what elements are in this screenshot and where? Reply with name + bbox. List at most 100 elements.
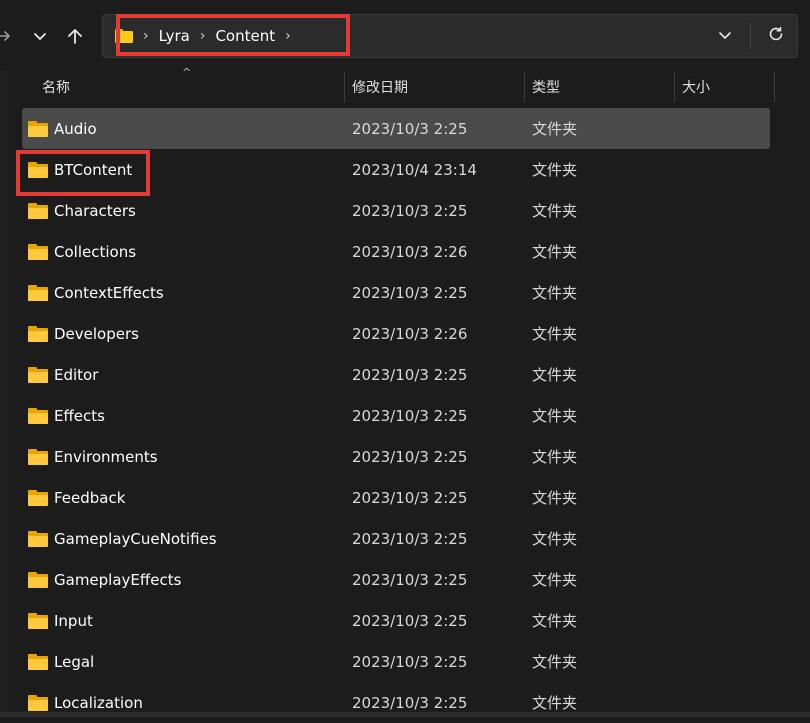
file-type: 文件夹 [532,366,578,384]
list-item[interactable]: Input 2023/10/3 2:25 文件夹 [22,600,782,641]
file-type: 文件夹 [532,161,578,179]
list-item[interactable]: Environments 2023/10/3 2:25 文件夹 [22,436,782,477]
address-bar[interactable]: › Lyra › Content › [102,14,798,58]
folder-icon [28,653,48,670]
file-name: Localization [54,693,143,712]
modified-date: 2023/10/3 2:25 [352,447,468,466]
list-item[interactable]: Legal 2023/10/3 2:25 文件夹 [22,641,782,682]
file-type: 文件夹 [532,202,578,220]
column-size-label: 大小 [682,80,710,96]
list-item[interactable]: ContextEffects 2023/10/3 2:25 文件夹 [22,272,782,313]
chevron-down-icon [718,27,732,46]
file-name: GameplayEffects [54,570,182,589]
list-item[interactable]: Developers 2023/10/3 2:26 文件夹 [22,313,782,354]
divider [750,23,751,49]
file-type: 文件夹 [532,571,578,589]
folder-icon [28,202,48,219]
list-item[interactable]: GameplayEffects 2023/10/3 2:25 文件夹 [22,559,782,600]
file-type: 文件夹 [532,120,578,138]
file-name-cell: Localization [28,694,143,712]
refresh-button[interactable] [761,21,791,51]
column-divider[interactable] [674,72,675,102]
folder-icon [28,161,48,178]
file-name-cell: GameplayEffects [28,571,181,589]
modified-date: 2023/10/3 2:25 [352,283,468,302]
list-item[interactable]: Effects 2023/10/3 2:25 文件夹 [22,395,782,436]
file-name: Audio [54,119,97,138]
file-name-cell: BTContent [28,161,132,179]
file-name-cell: ContextEffects [28,284,164,302]
column-date[interactable]: 修改日期 [352,70,408,104]
list-item[interactable]: Feedback 2023/10/3 2:25 文件夹 [22,477,782,518]
list-item[interactable]: BTContent 2023/10/4 23:14 文件夹 [22,149,782,190]
file-name: Effects [54,406,105,425]
breadcrumb-item-content[interactable]: Content [215,27,275,45]
chevron-down-icon [33,29,47,43]
recent-locations-button[interactable] [26,22,54,50]
folder-icon [28,366,48,383]
column-divider[interactable] [344,72,345,102]
breadcrumb-item-lyra[interactable]: Lyra [159,27,190,45]
file-name-cell: Effects [28,407,105,425]
forward-button[interactable] [0,22,18,50]
modified-date: 2023/10/3 2:25 [352,693,468,712]
file-name-cell: Environments [28,448,158,466]
file-name-cell: Feedback [28,489,125,507]
file-name-cell: Input [28,612,93,630]
list-item[interactable]: Audio 2023/10/3 2:25 文件夹 [22,108,770,149]
modified-date: 2023/10/3 2:26 [352,242,468,261]
folder-icon [28,448,48,465]
column-divider[interactable] [524,72,525,102]
column-size[interactable]: 大小 [682,70,710,104]
file-name: Developers [54,324,139,343]
column-name[interactable]: 名称 [42,70,70,104]
file-name: BTContent [54,160,133,179]
modified-date: 2023/10/3 2:25 [352,529,468,548]
chevron-right-icon[interactable]: › [285,28,291,44]
folder-icon [28,407,48,424]
file-name: GameplayCueNotifies [54,529,217,548]
modified-date: 2023/10/3 2:25 [352,488,468,507]
column-type[interactable]: 类型 [532,70,560,104]
column-name-label: 名称 [42,80,70,96]
file-type: 文件夹 [532,284,578,302]
file-name-cell: Developers [28,325,139,343]
folder-icon [115,29,133,43]
chevron-right-icon[interactable]: › [200,28,206,44]
list-item[interactable]: Editor 2023/10/3 2:25 文件夹 [22,354,782,395]
file-type: 文件夹 [532,530,578,548]
folder-icon [28,284,48,301]
file-type: 文件夹 [532,612,578,630]
modified-date: 2023/10/3 2:26 [352,324,468,343]
file-type: 文件夹 [532,407,578,425]
breadcrumb: › Lyra › Content › [115,15,301,57]
refresh-icon [767,25,785,47]
column-date-label: 修改日期 [352,80,408,96]
list-item[interactable]: GameplayCueNotifies 2023/10/3 2:25 文件夹 [22,518,782,559]
file-type: 文件夹 [532,653,578,671]
file-name-cell: Collections [28,243,136,261]
column-divider[interactable] [774,72,775,102]
modified-date: 2023/10/4 23:14 [352,160,477,179]
file-name: Input [54,611,93,630]
folder-icon [28,325,48,342]
file-list: Audio 2023/10/3 2:25 文件夹 BTContent 2023/10/4… [22,108,782,723]
arrow-right-icon [0,28,12,44]
arrow-up-icon [66,27,84,45]
chevron-right-icon[interactable]: › [143,28,149,44]
folder-icon [28,120,48,137]
folder-icon [28,243,48,260]
file-name: Collections [54,242,137,261]
list-item[interactable]: Collections 2023/10/3 2:26 文件夹 [22,231,782,272]
list-item[interactable]: Characters 2023/10/3 2:25 文件夹 [22,190,782,231]
modified-date: 2023/10/3 2:25 [352,201,468,220]
toolbar: › Lyra › Content › [0,0,810,70]
sort-ascending-icon: ^ [182,66,192,79]
address-history-button[interactable] [710,21,740,51]
modified-date: 2023/10/3 2:25 [352,611,468,630]
up-button[interactable] [61,22,89,50]
file-name: Feedback [54,488,126,507]
file-name: Legal [54,652,95,671]
modified-date: 2023/10/3 2:25 [352,406,468,425]
horizontal-scrollbar[interactable] [0,712,810,717]
